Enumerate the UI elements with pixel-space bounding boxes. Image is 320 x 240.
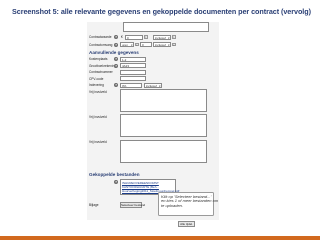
contract-form: Contractwaarde ? € 0 × inclusief ▾ × Cont… [87, 22, 219, 220]
kostenplaats-input[interactable]: 1-2 [120, 56, 146, 62]
footer-accent-bar [0, 236, 320, 240]
help-icon[interactable]: ? [114, 42, 118, 47]
cpv-code-input[interactable] [120, 76, 146, 81]
indexering-vat-select[interactable]: inclusief ▾ [144, 82, 162, 88]
kostenplaats-label: Kostenplaats [89, 57, 108, 61]
select-value: inclusief [155, 35, 166, 40]
top-textarea[interactable] [123, 22, 209, 32]
vrij-invulveld-2-textarea[interactable] [120, 114, 207, 137]
bijlage-label: Bijlage [89, 203, 99, 207]
indexering-label: Indexering [89, 83, 104, 87]
currency-label: € [121, 35, 123, 39]
chevron-down-icon: ▾ [131, 43, 133, 47]
indexering-input[interactable]: 0% [120, 82, 142, 88]
page-title: Screenshot 5: alle relevante gegevens en… [12, 7, 311, 16]
contractnummer-label: Contractnummer [89, 70, 113, 74]
help-icon[interactable]: ? [114, 63, 118, 68]
contractwaarde-input[interactable]: 0 [125, 34, 143, 40]
chevron-down-icon: ▾ [168, 43, 170, 47]
cpv-code-label: CPV-code [89, 76, 104, 81]
select-value: uren [122, 43, 129, 47]
clear-icon[interactable]: × [172, 42, 176, 46]
contractnummer-input[interactable] [120, 69, 146, 75]
chevron-down-icon: ▾ [159, 83, 161, 88]
clear-icon[interactable]: × [135, 42, 139, 46]
upload-hint-callout: Klik op 'Selecteer bestand...' en kies 1… [158, 192, 218, 216]
grootboekrekening-label: Grootboekrekening [89, 63, 117, 68]
chevron-down-icon: ▾ [168, 35, 170, 40]
grootboekrekening-input[interactable]: 4A23 [120, 63, 146, 68]
help-icon[interactable]: ? [114, 35, 118, 39]
upload-hint-text: Klik op 'Selecteer bestand...' en kies 1… [161, 193, 218, 209]
contractomvang-vat-select[interactable]: inclusief ▾ [153, 42, 171, 47]
select-file-button[interactable]: Selecteer bestand [120, 202, 145, 208]
vrij-invulveld-3-textarea[interactable] [120, 139, 207, 163]
clear-icon[interactable]: × [172, 35, 176, 39]
vrij-invulveld-label: Vrij invulveld [89, 114, 107, 119]
vrij-invulveld-1-textarea[interactable] [120, 89, 207, 112]
select-value: inclusief [155, 43, 166, 47]
clear-icon[interactable]: × [144, 35, 148, 39]
select-value: inclusief [146, 83, 157, 88]
contractomvang-label: Contractomvang [89, 42, 113, 47]
contractwaarde-vat-select[interactable]: inclusief ▾ [153, 34, 171, 40]
section-gekoppelde-bestanden: Gekoppelde bestanden [89, 172, 140, 177]
section-aanvullende-gegevens: Aanvullende gegevens [89, 50, 139, 55]
contractomvang-unit-select[interactable]: uren ▾ [120, 42, 134, 47]
help-icon[interactable]: ? [114, 180, 118, 184]
contractwaarde-label: Contractwaarde [89, 35, 112, 39]
cancel-button[interactable]: Alle tijdel. [178, 221, 195, 227]
help-icon[interactable]: ? [114, 57, 118, 61]
vrij-invulveld-label: Vrij invulveld [89, 89, 107, 94]
vrij-invulveld-label: Vrij invulveld [89, 140, 107, 144]
contractomvang-input[interactable]: 0 [140, 42, 152, 47]
help-icon[interactable]: ? [114, 83, 118, 87]
